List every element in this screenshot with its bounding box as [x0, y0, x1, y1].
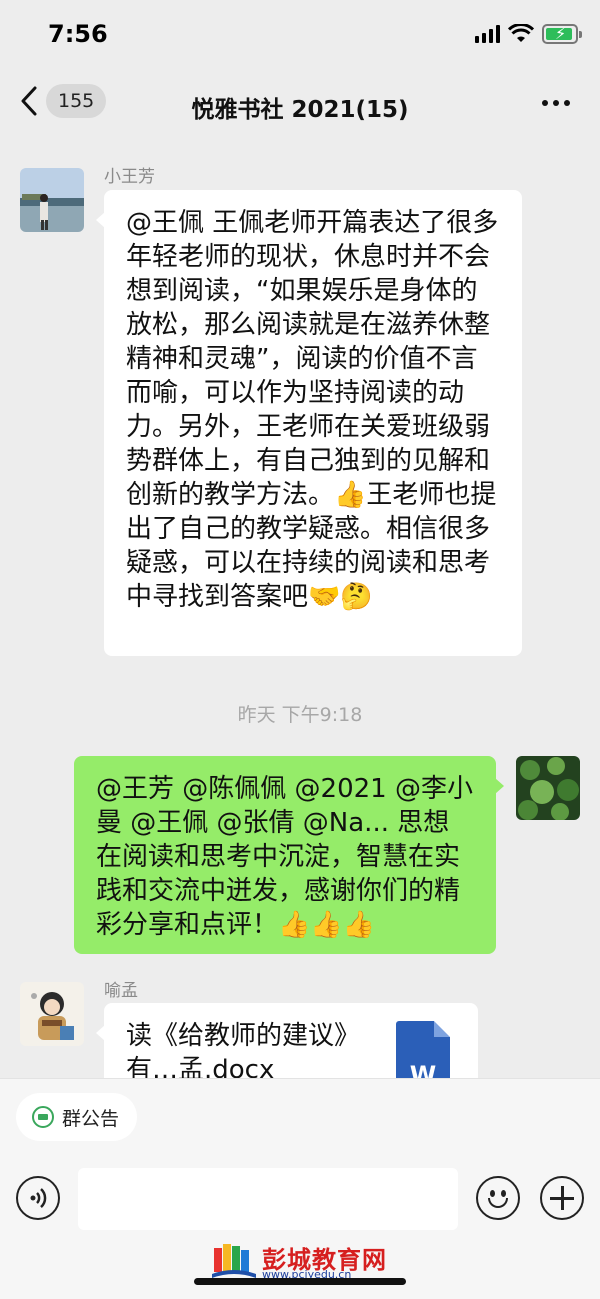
- signal-icon: [475, 25, 500, 43]
- file-name: 读《给教师的建议》有…孟.docx: [126, 1021, 361, 1085]
- chat-title: 悦雅书社 2021(15): [191, 97, 409, 123]
- status-bar: 7:56 ⚡: [0, 0, 600, 72]
- voice-button[interactable]: [16, 1176, 60, 1220]
- announcement-label: 群公告: [62, 1107, 120, 1130]
- sender-name: 喻孟: [104, 981, 138, 1001]
- wifi-icon: [508, 24, 534, 42]
- home-indicator[interactable]: [194, 1278, 406, 1285]
- avatar-yumeng[interactable]: [20, 982, 84, 1046]
- message-text: @王佩 王佩老师开篇表达了很多年轻老师的现状，休息时并不会想到阅读，“如果娱乐是…: [126, 208, 499, 612]
- message-bubble-incoming[interactable]: @王佩 王佩老师开篇表达了很多年轻老师的现状，休息时并不会想到阅读，“如果娱乐是…: [96, 190, 522, 656]
- group-announcement-button[interactable]: 群公告: [16, 1093, 138, 1141]
- more-button[interactable]: [538, 88, 574, 118]
- message-bubble-outgoing[interactable]: @王芳 @陈佩佩 @2021 @李小曼 @王佩 @张倩 @Na... 思想在阅读…: [74, 756, 504, 954]
- battery-icon: ⚡: [542, 24, 582, 44]
- announcement-icon: [32, 1106, 54, 1128]
- avatar-self[interactable]: [516, 756, 580, 820]
- plus-button[interactable]: [540, 1176, 584, 1220]
- sender-name: 小王芳: [104, 167, 155, 187]
- status-time: 7:56: [48, 20, 108, 48]
- message-timestamp: 昨天 下午9:18: [237, 704, 363, 726]
- more-dots-icon: [542, 100, 548, 106]
- voice-icon: [30, 1188, 47, 1208]
- emoji-button[interactable]: [476, 1176, 520, 1220]
- message-input[interactable]: [78, 1168, 458, 1230]
- status-icons: ⚡: [475, 24, 582, 44]
- message-text: @王芳 @陈佩佩 @2021 @李小曼 @王佩 @张倩 @Na... 思想在阅读…: [96, 774, 473, 940]
- books-logo-icon: [212, 1244, 256, 1278]
- avatar-xiaowangfang[interactable]: [20, 168, 84, 232]
- nav-bar: 155 悦雅书社 2021(15): [0, 72, 600, 140]
